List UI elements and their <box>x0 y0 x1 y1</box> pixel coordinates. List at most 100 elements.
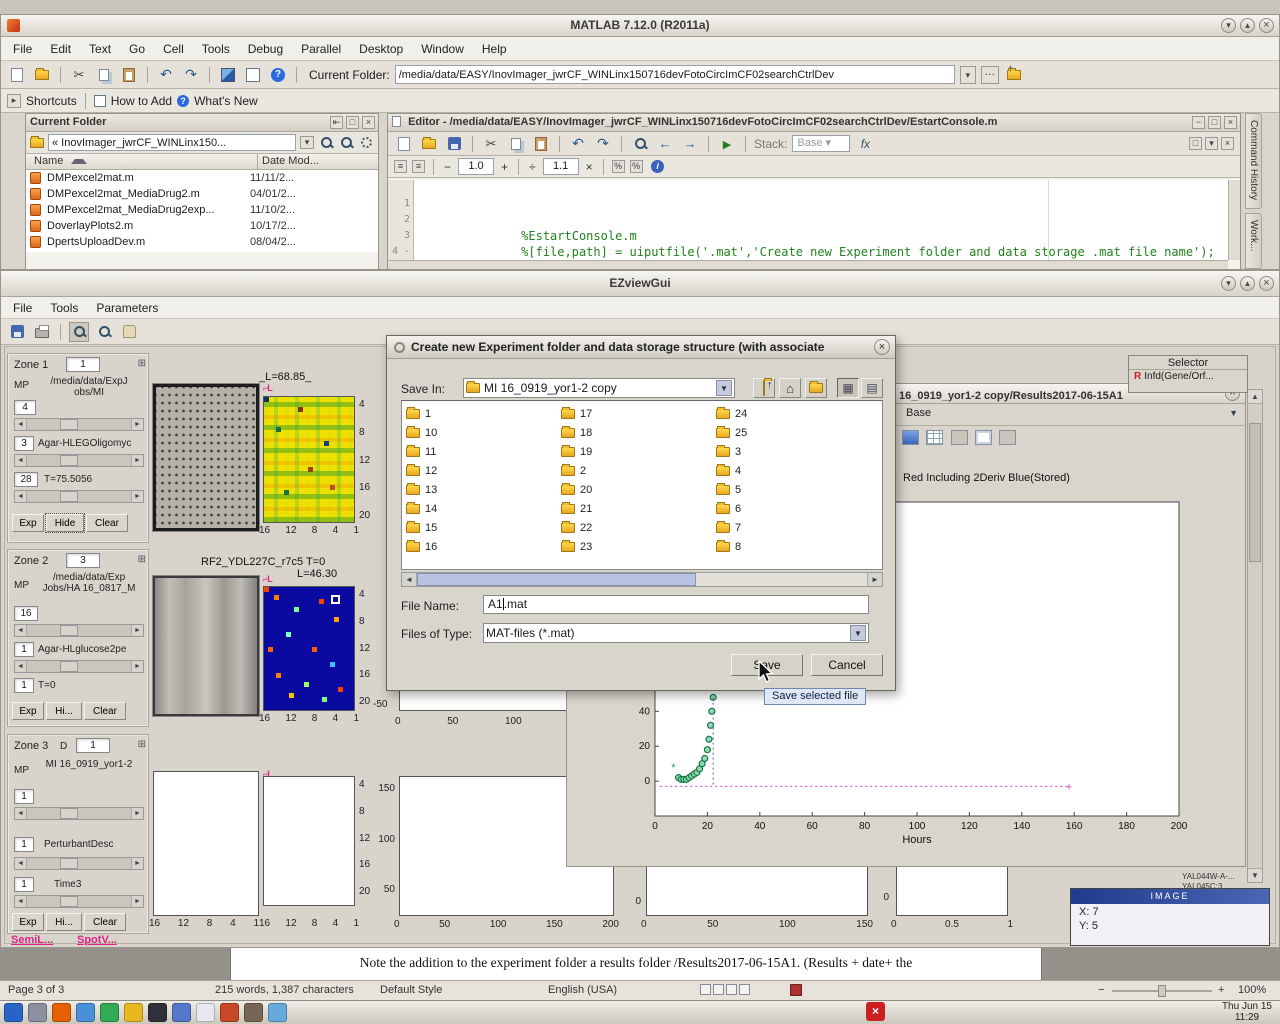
file-list-header[interactable]: Name Date Mod... <box>26 154 378 170</box>
slider-thumb[interactable] <box>60 808 78 819</box>
up-one-level-icon[interactable] <box>753 378 775 398</box>
code-line[interactable]: 3 %[file,path] = uiputfile('.mat','Creat… <box>388 212 1228 228</box>
current-folder-combobox[interactable]: /media/data/EASY/InovImager_jwrCF_WINLin… <box>395 65 955 84</box>
zone1-heatmap[interactable] <box>263 396 355 523</box>
folder-item[interactable]: 19 <box>561 442 716 461</box>
browse-folder-button[interactable] <box>981 66 999 84</box>
image-window-title[interactable]: IMAGE <box>1071 889 1269 904</box>
code-editor[interactable]: 1 2 %EstartConsole.m 3 %[file,path] = ui… <box>388 180 1228 260</box>
simulink-icon[interactable] <box>218 65 238 85</box>
zone2-row-spinner[interactable]: 16 <box>14 606 38 621</box>
open-file-icon[interactable] <box>32 65 52 85</box>
zone3-index-spinner[interactable]: 1 <box>76 738 110 753</box>
find-icon[interactable] <box>630 134 650 154</box>
editor-panel-header[interactable]: Editor - /media/data/EASY/InovImager_jwr… <box>388 114 1240 132</box>
paste-icon[interactable] <box>531 134 551 154</box>
column-name[interactable]: Name <box>26 154 258 169</box>
help-icon[interactable] <box>268 65 288 85</box>
folder-item[interactable]: 16 <box>406 537 561 556</box>
divide-icon[interactable]: ÷ <box>527 160 538 174</box>
maximize-button[interactable] <box>1240 276 1255 291</box>
how-to-add-link[interactable]: How to Add <box>94 94 172 108</box>
menu-item[interactable]: Tools <box>50 301 78 315</box>
zone2-media-spinner[interactable]: 1 <box>14 642 34 657</box>
outdent-icon[interactable]: ≡ <box>412 160 425 173</box>
scroll-left-arrow[interactable]: ◄ <box>402 573 417 586</box>
folder-item[interactable]: 10 <box>406 423 561 442</box>
document-text[interactable]: Note the addition to the experiment fold… <box>231 955 1041 971</box>
semilog-link[interactable]: SemiL... <box>11 934 53 946</box>
zone3-perturbant-spinner[interactable]: 1 <box>14 837 34 852</box>
folder-item[interactable]: 13 <box>406 480 561 499</box>
slider-track[interactable] <box>27 455 131 466</box>
app-icon[interactable] <box>196 1003 215 1022</box>
file-row[interactable]: DMPexcel2mat_MediaDrug2.m 04/01/2... <box>26 186 378 202</box>
code-line[interactable]: 5 - global openExppath <box>388 244 1228 260</box>
multiply-icon[interactable]: × <box>584 160 595 174</box>
zone3-slider-1[interactable] <box>14 807 144 820</box>
up-folder-icon[interactable] <box>1004 65 1024 85</box>
chevron-down-icon[interactable]: ▼ <box>1229 408 1238 418</box>
grid-view-icon[interactable] <box>926 430 943 445</box>
new-folder-icon[interactable] <box>805 378 827 398</box>
grid-icon[interactable] <box>138 739 146 750</box>
folder-item[interactable]: 20 <box>561 480 716 499</box>
file-name-input[interactable]: A1.mat <box>483 595 869 614</box>
file-row[interactable]: DoverlayPlots2.m 10/17/2... <box>26 218 378 234</box>
app-icon[interactable] <box>244 1003 263 1022</box>
slider-left-arrow[interactable] <box>15 858 27 869</box>
matlab-titlebar[interactable]: MATLAB 7.12.0 (R2011a) <box>1 15 1279 37</box>
tab-workspace[interactable]: Work... <box>1245 213 1262 269</box>
app-icon[interactable] <box>52 1003 71 1022</box>
zoom-out-icon[interactable]: − <box>1098 984 1104 996</box>
breadcrumb[interactable]: « InovImager_jwrCF_WINLinx150... <box>48 134 296 151</box>
percent-icon[interactable]: % <box>612 160 625 173</box>
zoom-out-icon[interactable] <box>94 322 114 342</box>
current-folder-panel-header[interactable]: Current Folder <box>26 114 378 132</box>
cancel-button[interactable]: Cancel <box>811 654 883 676</box>
slider-right-arrow[interactable] <box>131 419 143 430</box>
slider-thumb[interactable] <box>60 419 78 430</box>
folder-item[interactable]: 11 <box>406 442 561 461</box>
menu-item[interactable]: Go <box>129 42 145 56</box>
files-of-type-combobox[interactable]: MAT-files (*.mat) <box>483 623 869 643</box>
slider-thumb[interactable] <box>60 491 78 502</box>
grid-view-icon[interactable] <box>837 378 859 398</box>
table-view-icon[interactable] <box>902 430 919 445</box>
stack-combobox[interactable]: Base ▾ <box>792 135 850 152</box>
maximize-button[interactable] <box>1240 18 1255 33</box>
percent2-icon[interactable]: % <box>630 160 643 173</box>
folder-item[interactable]: 5 <box>716 480 871 499</box>
slider-right-arrow[interactable] <box>131 625 143 636</box>
slider-right-arrow[interactable] <box>131 896 143 907</box>
folder-item[interactable]: 8 <box>716 537 871 556</box>
dialog-close-icon[interactable] <box>874 339 890 355</box>
shade-button[interactable] <box>1221 18 1236 33</box>
zone2-time-spinner[interactable]: 1 <box>14 678 34 693</box>
zone2-index-spinner[interactable]: 3 <box>66 553 100 568</box>
book-icon[interactable] <box>790 984 802 996</box>
dock-icon[interactable] <box>330 116 343 129</box>
app-icon[interactable] <box>76 1003 95 1022</box>
selector-item[interactable]: Infd(Gene/Orf... <box>1144 371 1213 382</box>
zone2-heatmap[interactable] <box>263 586 355 711</box>
app-icon[interactable] <box>28 1003 47 1022</box>
increase-icon[interactable]: + <box>499 160 510 174</box>
minimize-panel-icon[interactable] <box>1192 116 1205 129</box>
print-icon[interactable] <box>32 322 52 342</box>
chevron-down-icon[interactable] <box>716 380 732 396</box>
document-language[interactable]: English (USA) <box>548 984 617 996</box>
file-row[interactable]: DpertsUploadDev.m 08/04/2... <box>26 234 378 250</box>
redo-icon[interactable] <box>181 65 201 85</box>
chevron-down-icon[interactable] <box>850 625 866 641</box>
slider-right-arrow[interactable] <box>131 808 143 819</box>
folder-item[interactable]: 24 <box>716 404 871 423</box>
grid-icon[interactable] <box>138 554 146 565</box>
cut-icon[interactable] <box>481 134 501 154</box>
shade-button[interactable] <box>1221 276 1236 291</box>
folder-item[interactable]: 6 <box>716 499 871 518</box>
view-layout-icons[interactable] <box>700 984 752 996</box>
fx-icon[interactable]: fx <box>855 134 875 154</box>
zone2-slider-1[interactable] <box>14 624 144 637</box>
zoom-in-icon[interactable] <box>69 322 89 342</box>
